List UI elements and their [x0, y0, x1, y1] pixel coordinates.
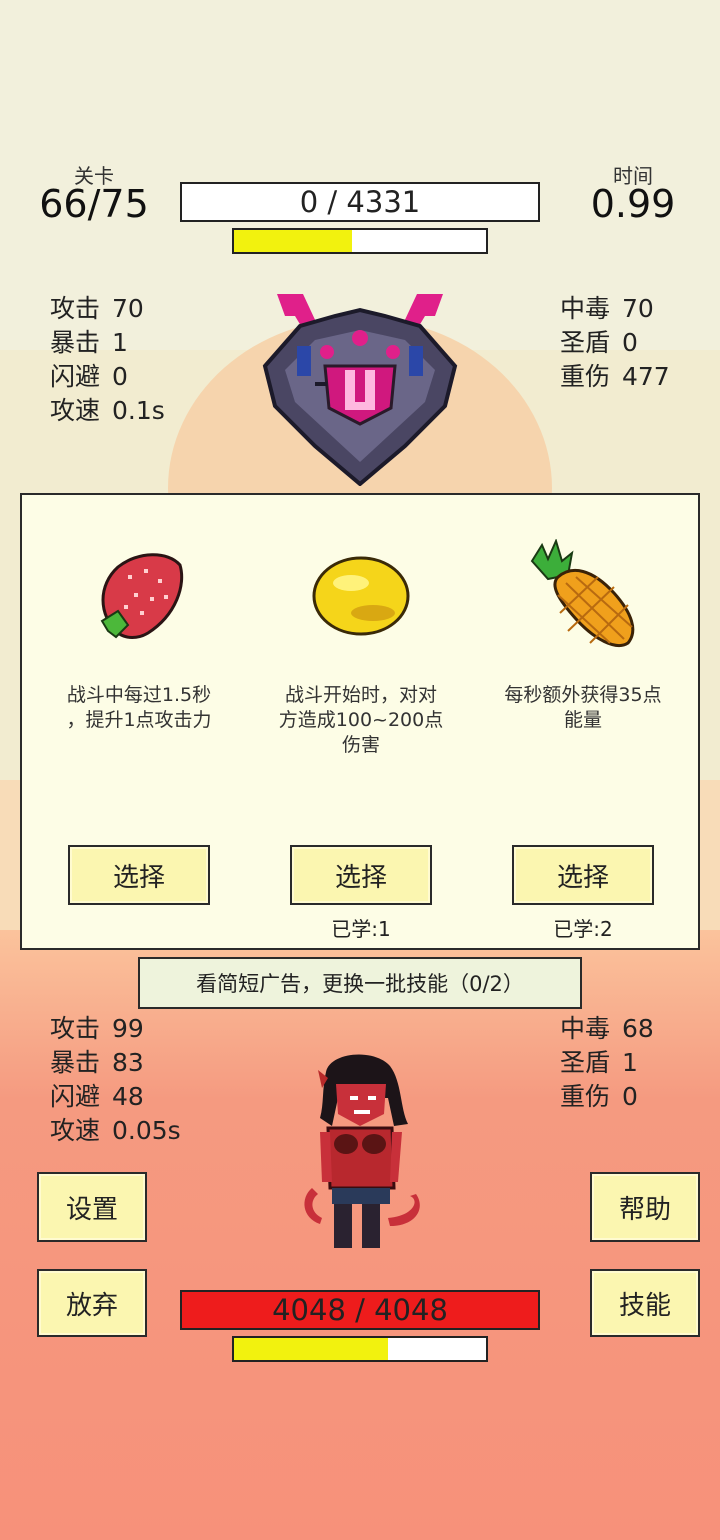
- stat-row: 圣盾 1: [560, 1048, 638, 1077]
- stat-row: 圣盾 0: [560, 328, 638, 357]
- stat-row: 暴击 83: [50, 1048, 144, 1077]
- select-skill-button[interactable]: 选择: [290, 845, 432, 905]
- select-skill-button[interactable]: 选择: [68, 845, 210, 905]
- enemy-energy-fill: [234, 230, 353, 252]
- skill-description: 每秒额外获得35点 能量: [504, 684, 662, 731]
- player-hp-bar: 4048 / 4048: [180, 1290, 540, 1330]
- settings-button[interactable]: 设置: [37, 1172, 147, 1242]
- stat-row: 重伤 0: [560, 1082, 638, 1111]
- enemy-stats-left: 攻击 70 暴击 1 闪避 0 攻速 0.1s: [50, 292, 165, 428]
- ad-refresh-skills-button[interactable]: 看简短广告，更换一批技能（0/2）: [138, 957, 582, 1009]
- strawberry-icon: [88, 545, 188, 645]
- player-stats-left: 攻击 99 暴击 83 闪避 48 攻速 0.05s: [50, 1012, 181, 1148]
- stat-row: 攻速 0.05s: [50, 1116, 181, 1145]
- stat-row: 闪避 48: [50, 1082, 144, 1111]
- player-energy-fill: [234, 1338, 388, 1360]
- player-hp-text: 4048 / 4048: [272, 1293, 448, 1327]
- skill-description: 战斗开始时，对对 方造成100~200点 伤害: [278, 684, 444, 756]
- skills-button[interactable]: 技能: [590, 1269, 700, 1337]
- stat-row: 重伤 477: [560, 362, 670, 391]
- give-up-button[interactable]: 放弃: [37, 1269, 147, 1337]
- skill-description: 战斗中每过1.5秒 ，提升1点攻击力: [66, 684, 212, 731]
- pineapple-icon: [528, 539, 642, 651]
- enemy-hp-text: 0 / 4331: [299, 185, 421, 219]
- help-button[interactable]: 帮助: [590, 1172, 700, 1242]
- player-demon-girl-sprite: [298, 1048, 424, 1254]
- stat-row: 中毒 70: [560, 294, 654, 323]
- stat-row: 攻速 0.1s: [50, 396, 165, 425]
- player-energy-bar: [232, 1336, 488, 1362]
- stat-row: 攻击 99: [50, 1014, 144, 1043]
- learned-count: 已学:1: [331, 917, 391, 941]
- enemy-hp-bar: 0 / 4331: [180, 182, 540, 222]
- stat-row: 闪避 0: [50, 362, 128, 391]
- stat-row: 攻击 70: [50, 294, 144, 323]
- learned-count: 已学:2: [553, 917, 613, 941]
- select-skill-button[interactable]: 选择: [512, 845, 654, 905]
- stat-row: 暴击 1: [50, 328, 128, 357]
- enemy-monster-sprite: [255, 286, 465, 486]
- level-value: 66/75: [39, 182, 149, 226]
- enemy-stats-right: 中毒 70 圣盾 0 重伤 477: [560, 292, 670, 394]
- skill-selection-panel: 战斗中每过1.5秒 ，提升1点攻击力 战斗开始时，对对 方造成100~200点 …: [20, 493, 700, 950]
- lemon-icon: [311, 553, 411, 639]
- enemy-energy-bar: [232, 228, 488, 254]
- time-value: 0.99: [590, 182, 676, 226]
- player-stats-right: 中毒 68 圣盾 1 重伤 0: [560, 1012, 654, 1114]
- stat-row: 中毒 68: [560, 1014, 654, 1043]
